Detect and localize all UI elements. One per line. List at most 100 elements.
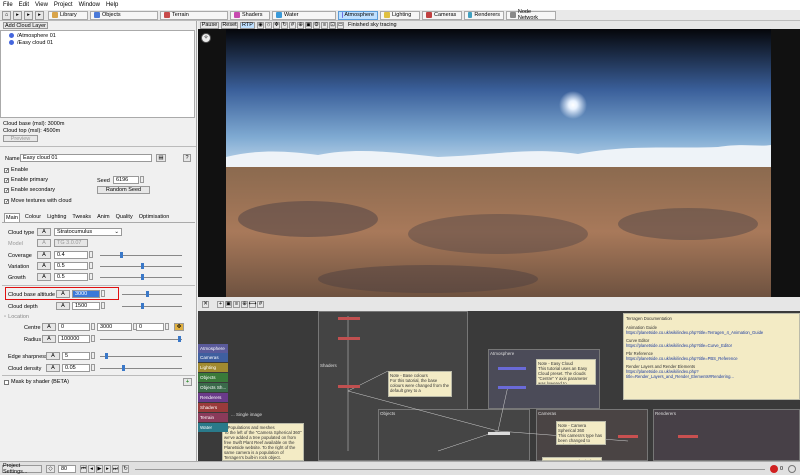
- cloud-depth-node-icon[interactable]: A: [56, 302, 70, 310]
- centre-pick-icon[interactable]: ✥: [174, 323, 184, 331]
- project-settings-button[interactable]: Project Settings...: [2, 463, 42, 475]
- centre-node-icon[interactable]: A: [42, 323, 56, 331]
- home-icon[interactable]: ⌂: [2, 10, 11, 20]
- radius-spinner[interactable]: [91, 335, 95, 342]
- rtp-button[interactable]: RTP: [240, 21, 255, 29]
- name-input[interactable]: Easy cloud 01: [20, 154, 152, 162]
- doc-links-note[interactable]: Terragen Documentation Animation Guide h…: [623, 313, 800, 400]
- centre-z-spinner[interactable]: [165, 323, 169, 330]
- prev-frame-icon[interactable]: ◂: [88, 465, 95, 473]
- radius-slider-thumb[interactable]: [178, 336, 181, 342]
- category-renderers[interactable]: Renderers: [198, 393, 228, 402]
- growth-spinner[interactable]: [89, 273, 93, 280]
- enable-row[interactable]: ✓ Enable: [4, 166, 28, 174]
- last-frame-icon[interactable]: ⏭: [112, 465, 119, 473]
- category-objects-shaders[interactable]: Objects Sh...: [198, 383, 228, 392]
- growth-slider-thumb[interactable]: [141, 274, 144, 280]
- coverage-input[interactable]: 0.4: [54, 251, 88, 259]
- edge-sharpness-spinner[interactable]: [91, 352, 95, 359]
- menu-help[interactable]: Help: [106, 2, 118, 8]
- loop-icon[interactable]: ↻: [122, 465, 129, 473]
- note-easy-cloud[interactable]: Note - Easy Cloud This tutorial uses an E…: [536, 359, 596, 385]
- enable-checkbox[interactable]: ✓: [4, 167, 9, 173]
- frame-input[interactable]: 80: [58, 465, 76, 473]
- category-cameras[interactable]: Cameras: [198, 353, 228, 362]
- link-animation-guide[interactable]: https://planetside.co.uk/wiki/index.php?…: [626, 330, 797, 335]
- note-camera-spherical[interactable]: Note - Camera Spherical 360 This camera's…: [556, 421, 606, 445]
- reset-button[interactable]: Reset: [221, 21, 238, 29]
- next-frame-icon[interactable]: ▸: [104, 465, 111, 473]
- node-add-icon[interactable]: +: [217, 300, 224, 308]
- centre-x-input[interactable]: 0: [58, 323, 90, 331]
- tab-node-network[interactable]: Node Network: [506, 9, 556, 21]
- edge-sharpness-slider-track[interactable]: [100, 356, 182, 357]
- coverage-slider-thumb[interactable]: [120, 252, 123, 258]
- timeline-track[interactable]: [135, 469, 765, 470]
- note-populations[interactable]: ...Populations and meshes To the left of …: [222, 423, 304, 461]
- play-icon[interactable]: ▶: [96, 465, 103, 473]
- split-icon[interactable]: ✕: [202, 300, 209, 308]
- mask-by-shader-checkbox[interactable]: [4, 379, 9, 385]
- location-group[interactable]: ▫ Location: [4, 313, 29, 321]
- node-shader[interactable]: [338, 337, 360, 340]
- edge-sharpness-node-icon[interactable]: A: [46, 352, 60, 360]
- menu-file[interactable]: File: [3, 2, 13, 8]
- menu-view[interactable]: View: [35, 2, 48, 8]
- node-network-panel[interactable]: Shaders Atmosphere Objects Cameras Rende…: [198, 311, 800, 461]
- category-lighting[interactable]: Lighting: [198, 363, 228, 372]
- link-curve-editor[interactable]: https://planetside.co.uk/wiki/index.php?…: [626, 343, 797, 348]
- first-frame-icon[interactable]: ⏮: [80, 465, 87, 473]
- node-renderer[interactable]: [678, 435, 698, 438]
- node-grid-icon[interactable]: #: [257, 300, 264, 308]
- preview-button[interactable]: Preview: [3, 135, 38, 142]
- subtab-lighting[interactable]: Lighting: [46, 213, 67, 222]
- sun-icon[interactable]: ☼: [265, 21, 272, 29]
- cloud-base-altitude-slider-thumb[interactable]: [146, 291, 149, 297]
- tab-cameras[interactable]: Cameras: [422, 10, 462, 20]
- nav2-icon[interactable]: ▸: [24, 10, 33, 20]
- category-objects[interactable]: Objects: [198, 373, 228, 382]
- name-options-icon[interactable]: ▤: [156, 154, 166, 162]
- category-water[interactable]: Water: [198, 423, 228, 432]
- nav3-icon[interactable]: ▸: [35, 10, 44, 20]
- growth-input[interactable]: 0.5: [54, 273, 88, 281]
- cloud-density-spinner[interactable]: [91, 364, 95, 371]
- grid-icon[interactable]: #: [289, 21, 296, 29]
- enable-primary-checkbox[interactable]: ✓: [4, 177, 9, 183]
- tab-library[interactable]: Library: [48, 10, 88, 20]
- enable-primary-row[interactable]: ✓ Enable primary: [4, 176, 48, 184]
- render-viewport[interactable]: Pause Reset RTP ◉ ☼ ✥ ↻ # ⊕ ▣ ⚙ ≡ ⊡ ▭ Fi…: [198, 21, 800, 297]
- node-planet[interactable]: [488, 432, 510, 435]
- nav-icon[interactable]: ▸: [13, 10, 22, 20]
- frame-icon[interactable]: ▭: [337, 21, 344, 29]
- tab-terrain[interactable]: Terrain: [160, 10, 228, 20]
- mask-by-shader-row[interactable]: Mask by shader (BETA): [4, 378, 69, 386]
- edge-sharpness-slider-thumb[interactable]: [105, 353, 108, 359]
- coverage-slider-track[interactable]: [100, 255, 182, 256]
- pause-button[interactable]: Pause: [200, 21, 219, 29]
- variation-input[interactable]: 0.5: [54, 262, 88, 270]
- variation-spinner[interactable]: [89, 262, 93, 269]
- cloud-density-input[interactable]: 0.05: [62, 364, 90, 372]
- lock-icon[interactable]: ⊡: [329, 21, 336, 29]
- camera-icon[interactable]: ◉: [257, 21, 264, 29]
- centre-y-input[interactable]: 3000: [97, 323, 132, 331]
- cloud-depth-input[interactable]: 1500: [72, 302, 100, 310]
- info-icon[interactable]: [788, 465, 796, 473]
- node-fit-icon[interactable]: ▣: [225, 300, 232, 308]
- layers-icon[interactable]: ≡: [321, 21, 328, 29]
- cloud-depth-slider-track[interactable]: [122, 306, 182, 307]
- node-camera[interactable]: [618, 435, 638, 438]
- zoom-icon[interactable]: ⊕: [297, 21, 304, 29]
- link-render-layers[interactable]: https://planetside.co.uk/wiki/index.php?…: [626, 369, 797, 379]
- coverage-spinner[interactable]: [89, 251, 93, 258]
- enable-secondary-row[interactable]: ✓ Enable secondary: [4, 186, 55, 194]
- radius-input[interactable]: 100000: [58, 335, 90, 343]
- move-textures-row[interactable]: ✓ Move textures with cloud: [4, 197, 72, 205]
- cloud-density-slider-track[interactable]: [100, 368, 182, 369]
- help-icon[interactable]: ?: [183, 154, 191, 162]
- node-zoom-icon[interactable]: ⊕: [241, 300, 248, 308]
- tab-water[interactable]: Water: [272, 10, 336, 20]
- radius-slider-track[interactable]: [100, 339, 182, 340]
- subtab-colour[interactable]: Colour: [24, 213, 42, 222]
